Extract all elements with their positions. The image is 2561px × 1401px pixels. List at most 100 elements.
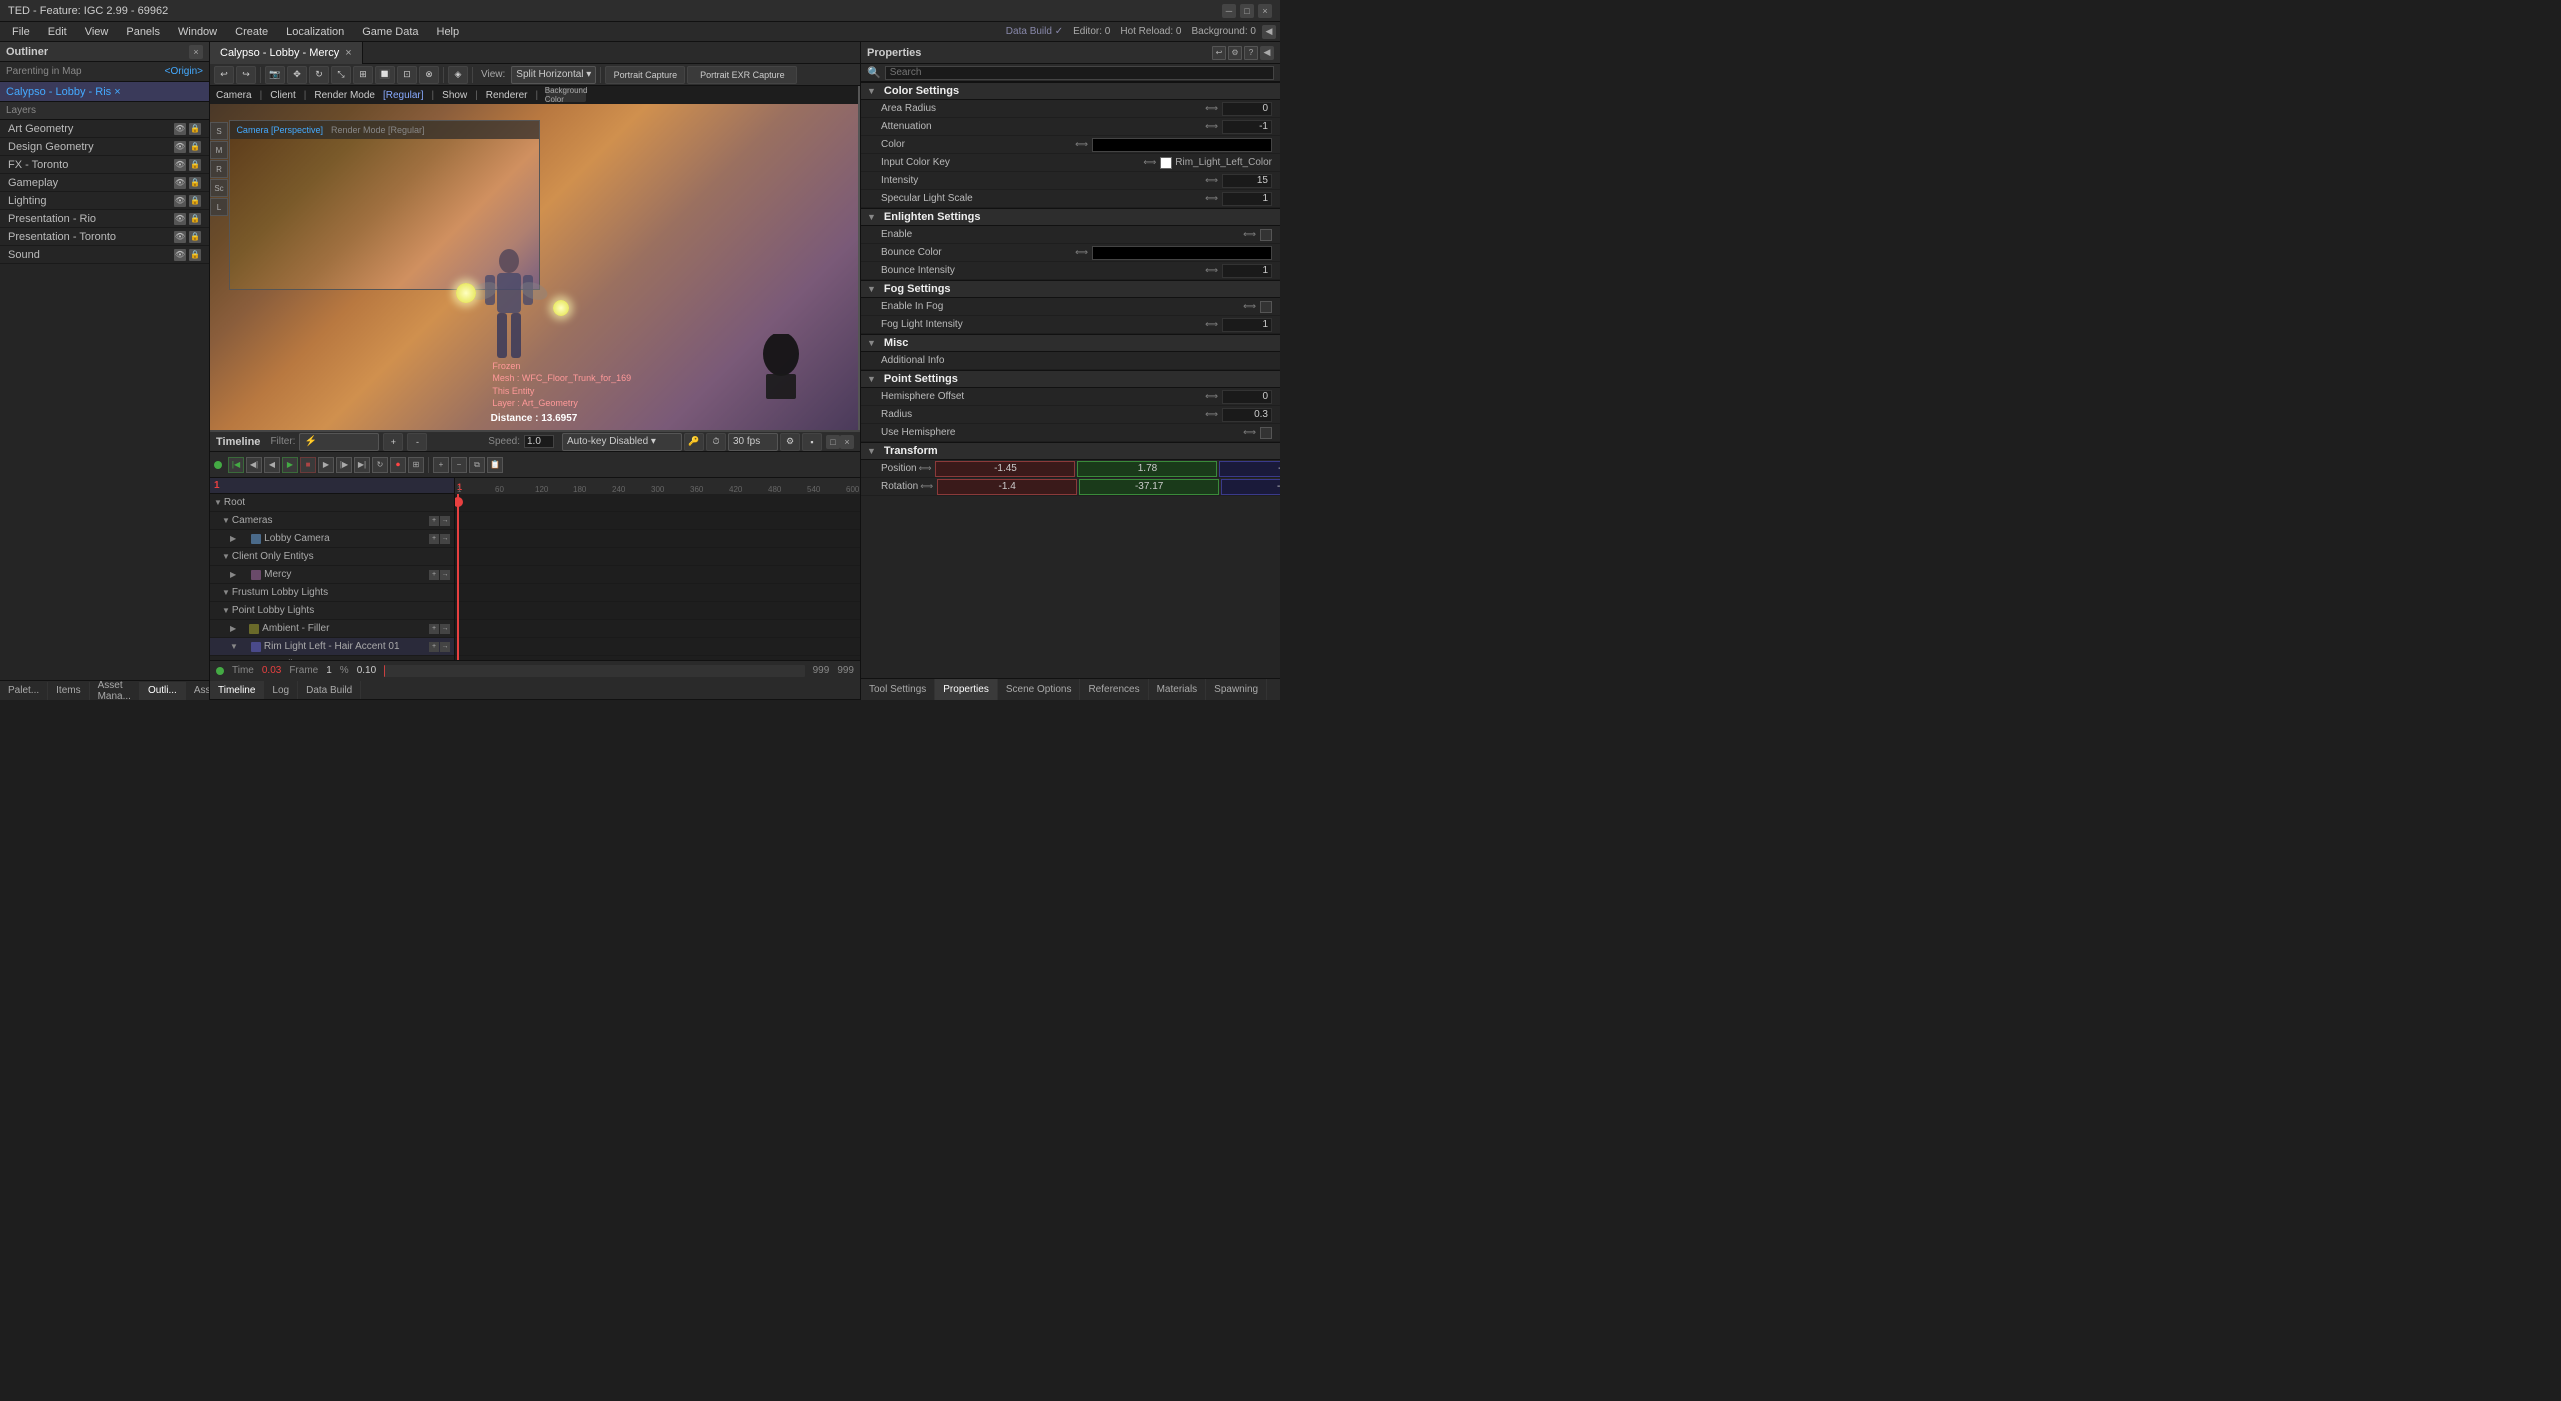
- props-tab-spawning[interactable]: Spawning: [1206, 679, 1267, 701]
- minimize-button[interactable]: ─: [1222, 4, 1236, 18]
- timeline-progress-bg[interactable]: [384, 665, 804, 677]
- tl-prev-key-btn[interactable]: ◀|: [246, 457, 262, 473]
- tool-btn-6[interactable]: 🔲: [375, 66, 395, 84]
- timeline-collapse[interactable]: □: [826, 435, 840, 449]
- layer-lock-icon[interactable]: 🔒: [189, 123, 201, 135]
- tl-key-btn[interactable]: 🔑: [684, 433, 704, 451]
- menu-view[interactable]: View: [77, 22, 117, 42]
- lc-btn-2[interactable]: →: [440, 534, 450, 544]
- tool-btn-7[interactable]: ⊡: [397, 66, 417, 84]
- ambient-arrow[interactable]: ▶: [230, 624, 236, 633]
- ho-value-input[interactable]: [1222, 390, 1272, 404]
- viewport-tab-main[interactable]: Calypso - Lobby - Mercy ×: [210, 42, 363, 64]
- tl-row-frustum[interactable]: ▼ Frustum Lobby Lights: [210, 584, 454, 602]
- tl-row-rim-light[interactable]: ▼ Rim Light Left - Hair Accent 01 + →: [210, 638, 454, 656]
- tl-record-btn[interactable]: ⏺: [390, 457, 406, 473]
- maximize-button[interactable]: □: [1240, 4, 1254, 18]
- uh-checkbox[interactable]: [1260, 427, 1272, 439]
- enable-checkbox[interactable]: [1260, 229, 1272, 241]
- att-drag-icon[interactable]: ⟺: [1205, 121, 1218, 132]
- ar-value-input[interactable]: [1222, 102, 1272, 116]
- ss-value-input[interactable]: [1222, 192, 1272, 206]
- vp-tool-scale[interactable]: Sc: [210, 179, 228, 197]
- layer-lighting[interactable]: Lighting 👁 🔒: [0, 192, 209, 210]
- layer-gameplay[interactable]: Gameplay 👁 🔒: [0, 174, 209, 192]
- panel-collapse-btn[interactable]: ◀: [1262, 25, 1276, 39]
- eif-checkbox[interactable]: [1260, 301, 1272, 313]
- ick-drag-icon[interactable]: ⟺: [1143, 157, 1156, 168]
- props-tab-materials[interactable]: Materials: [1149, 679, 1207, 701]
- uh-drag-icon[interactable]: ⟺: [1243, 427, 1256, 438]
- layer-lock8[interactable]: 🔒: [189, 249, 201, 261]
- rad-drag-icon[interactable]: ⟺: [1205, 409, 1218, 420]
- fli-drag-icon[interactable]: ⟺: [1205, 319, 1218, 330]
- layer-lock6[interactable]: 🔒: [189, 213, 201, 225]
- autokey-dropdown[interactable]: Auto-key Disabled ▾: [562, 433, 682, 451]
- bg-color-swatch[interactable]: Background Color: [546, 88, 586, 102]
- bounce-color-swatch[interactable]: [1092, 246, 1272, 260]
- tl-row-lobby-camera[interactable]: ▶ Lobby Camera + →: [210, 530, 454, 548]
- tl-copy-btn[interactable]: ⧉: [469, 457, 485, 473]
- menu-gamedata[interactable]: Game Data: [354, 22, 426, 42]
- props-tab-tool-settings[interactable]: Tool Settings: [861, 679, 935, 701]
- cam-btn-2[interactable]: →: [440, 516, 450, 526]
- tab-palette[interactable]: Palet...: [0, 682, 48, 700]
- cameras-arrow[interactable]: ▼: [222, 516, 230, 525]
- tool-btn-2[interactable]: ↪: [236, 66, 256, 84]
- tl-expand-btn[interactable]: ▪: [802, 433, 822, 451]
- pos-y-input[interactable]: [1081, 462, 1213, 476]
- vp-tool-local[interactable]: L: [210, 198, 228, 216]
- ar-drag-icon[interactable]: ⟺: [1205, 103, 1218, 114]
- int-drag-icon[interactable]: ⟺: [1205, 175, 1218, 186]
- layer-vis4[interactable]: 👁: [174, 177, 186, 189]
- cam-btn-1[interactable]: +: [429, 516, 439, 526]
- mercy-btn-2[interactable]: →: [440, 570, 450, 580]
- props-collapse[interactable]: ◀: [1260, 46, 1274, 60]
- tl-add-key-btn[interactable]: +: [433, 457, 449, 473]
- bi-value-input[interactable]: [1222, 264, 1272, 278]
- color-swatch[interactable]: [1092, 138, 1272, 152]
- layer-vis2[interactable]: 👁: [174, 141, 186, 153]
- color-settings-section[interactable]: ▼ Color Settings: [861, 82, 1280, 100]
- layer-sound[interactable]: Sound 👁 🔒: [0, 246, 209, 264]
- timeline-close[interactable]: ×: [840, 435, 854, 449]
- menu-localization[interactable]: Localization: [278, 22, 352, 42]
- props-tab-references[interactable]: References: [1080, 679, 1148, 701]
- point-lights-arrow[interactable]: ▼: [222, 606, 230, 615]
- transform-section[interactable]: ▼ Transform: [861, 442, 1280, 460]
- lobby-cam-arrow[interactable]: ▶: [230, 534, 236, 543]
- rl-btn-1[interactable]: +: [429, 642, 439, 652]
- rad-value-input[interactable]: [1222, 408, 1272, 422]
- bi-drag-icon[interactable]: ⟺: [1205, 265, 1218, 276]
- active-scene-tab[interactable]: Calypso - Lobby - Ris ×: [6, 86, 121, 98]
- menu-edit[interactable]: Edit: [40, 22, 75, 42]
- speed-input[interactable]: [524, 435, 554, 448]
- amb-btn-2[interactable]: →: [440, 624, 450, 634]
- props-btn-1[interactable]: ↩: [1212, 46, 1226, 60]
- tl-row-cameras[interactable]: ▼ Cameras + →: [210, 512, 454, 530]
- layer-presentation-rio[interactable]: Presentation - Rio 👁 🔒: [0, 210, 209, 228]
- search-input[interactable]: [885, 66, 1274, 80]
- tl-row-client-only[interactable]: ▼ Client Only Entitys: [210, 548, 454, 566]
- int-value-input[interactable]: [1222, 174, 1272, 188]
- enable-drag-icon[interactable]: ⟺: [1243, 229, 1256, 240]
- color-drag-icon[interactable]: ⟺: [1075, 139, 1088, 150]
- fog-section[interactable]: ▼ Fog Settings: [861, 280, 1280, 298]
- menu-window[interactable]: Window: [170, 22, 225, 42]
- portrait-capture-btn[interactable]: Portrait Capture: [605, 66, 685, 84]
- layer-lock4[interactable]: 🔒: [189, 177, 201, 189]
- layer-lock3[interactable]: 🔒: [189, 159, 201, 171]
- tab-data-build[interactable]: Data Build: [298, 681, 361, 699]
- menu-file[interactable]: File: [4, 22, 38, 42]
- bc-drag-icon[interactable]: ⟺: [1075, 247, 1088, 258]
- fli-value-input[interactable]: [1222, 318, 1272, 332]
- portrait-exr-btn[interactable]: Portrait EXR Capture: [687, 66, 797, 84]
- tl-end-btn[interactable]: ▶|: [354, 457, 370, 473]
- pos-z-input[interactable]: [1223, 462, 1280, 476]
- tab-log[interactable]: Log: [264, 681, 298, 699]
- rot-y-input[interactable]: [1083, 480, 1215, 494]
- tl-settings-btn[interactable]: ⚙: [780, 433, 800, 451]
- layer-fx-toronto[interactable]: FX - Toronto 👁 🔒: [0, 156, 209, 174]
- tl-btn-1[interactable]: +: [383, 433, 403, 451]
- rot-z-input[interactable]: [1225, 480, 1280, 494]
